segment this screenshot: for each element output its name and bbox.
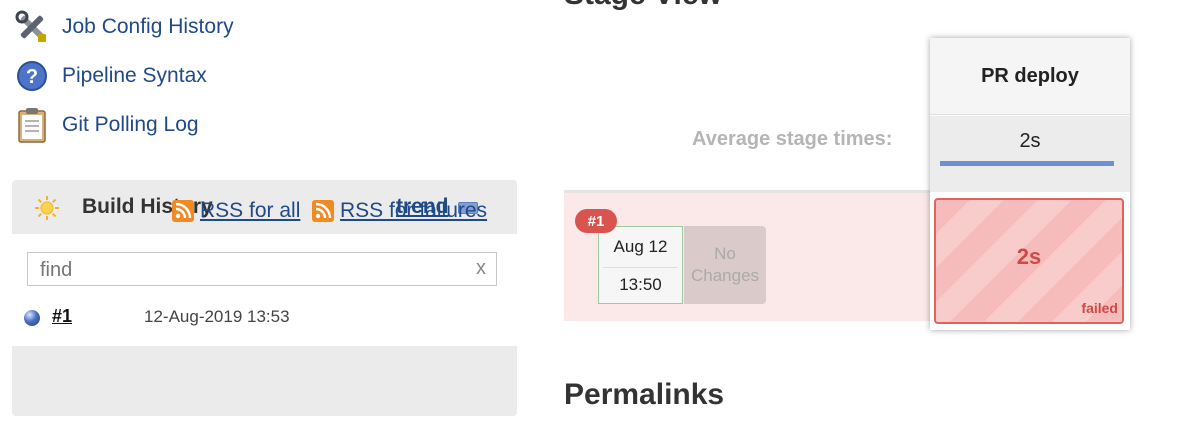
run-badge[interactable]: #1 [575, 209, 617, 233]
build-history-body: x #1 12-Aug-2019 13:53 [12, 234, 517, 346]
changes-box: No Changes [684, 226, 766, 304]
task-label[interactable]: Git Polling Log [62, 113, 199, 137]
stage-cell-status: failed [1081, 300, 1118, 316]
average-stage-times-label: Average stage times: [692, 128, 893, 150]
run-date-box[interactable]: Aug 12 13:50 [598, 226, 683, 304]
build-history-footer [12, 346, 517, 416]
help-icon: ? [14, 58, 50, 94]
run-date: Aug 12 [613, 237, 668, 256]
rss-failures-link[interactable]: RSS for failures [312, 197, 487, 225]
build-status-ball-icon [24, 310, 40, 326]
rss-all-label: RSS for all [200, 199, 301, 222]
task-label[interactable]: Pipeline Syntax [62, 64, 207, 88]
build-search-box[interactable]: x [27, 252, 497, 286]
stage-average: 2s [930, 116, 1130, 192]
build-number-link[interactable]: #1 [52, 306, 72, 327]
clipboard-icon [14, 107, 50, 143]
task-pipeline-syntax[interactable]: ? Pipeline Syntax [14, 58, 207, 94]
task-git-polling-log[interactable]: Git Polling Log [14, 107, 199, 143]
task-job-config-history[interactable]: Job Config History [14, 9, 234, 45]
stage-average-bar [940, 161, 1114, 166]
build-search-input[interactable] [38, 256, 462, 284]
clear-search-button[interactable]: x [476, 257, 486, 280]
build-row[interactable]: #1 12-Aug-2019 13:53 [12, 302, 517, 334]
stage-header: PR deploy [930, 38, 1130, 115]
rss-failures-label: RSS for failures [340, 199, 488, 222]
weather-sunny-icon [34, 195, 60, 226]
stage-cell-failed[interactable]: 2s failed [934, 198, 1124, 324]
run-time: 13:50 [619, 275, 662, 294]
rss-icon [312, 200, 334, 222]
stage-average-time: 2s [1019, 130, 1041, 152]
stage-view-title: Stage View [564, 0, 722, 12]
svg-text:?: ? [26, 66, 38, 88]
task-label[interactable]: Job Config History [62, 15, 234, 39]
rss-icon [172, 200, 194, 222]
permalinks-title: Permalinks [564, 378, 725, 411]
divider [603, 267, 678, 268]
stage-column-pr-deploy: PR deploy 2s 2s failed [930, 38, 1130, 330]
build-date: 12-Aug-2019 13:53 [144, 307, 290, 326]
rss-all-link[interactable]: RSS for all [172, 197, 300, 225]
stage-cell-duration: 2s [1016, 244, 1042, 269]
tools-icon [14, 9, 50, 45]
